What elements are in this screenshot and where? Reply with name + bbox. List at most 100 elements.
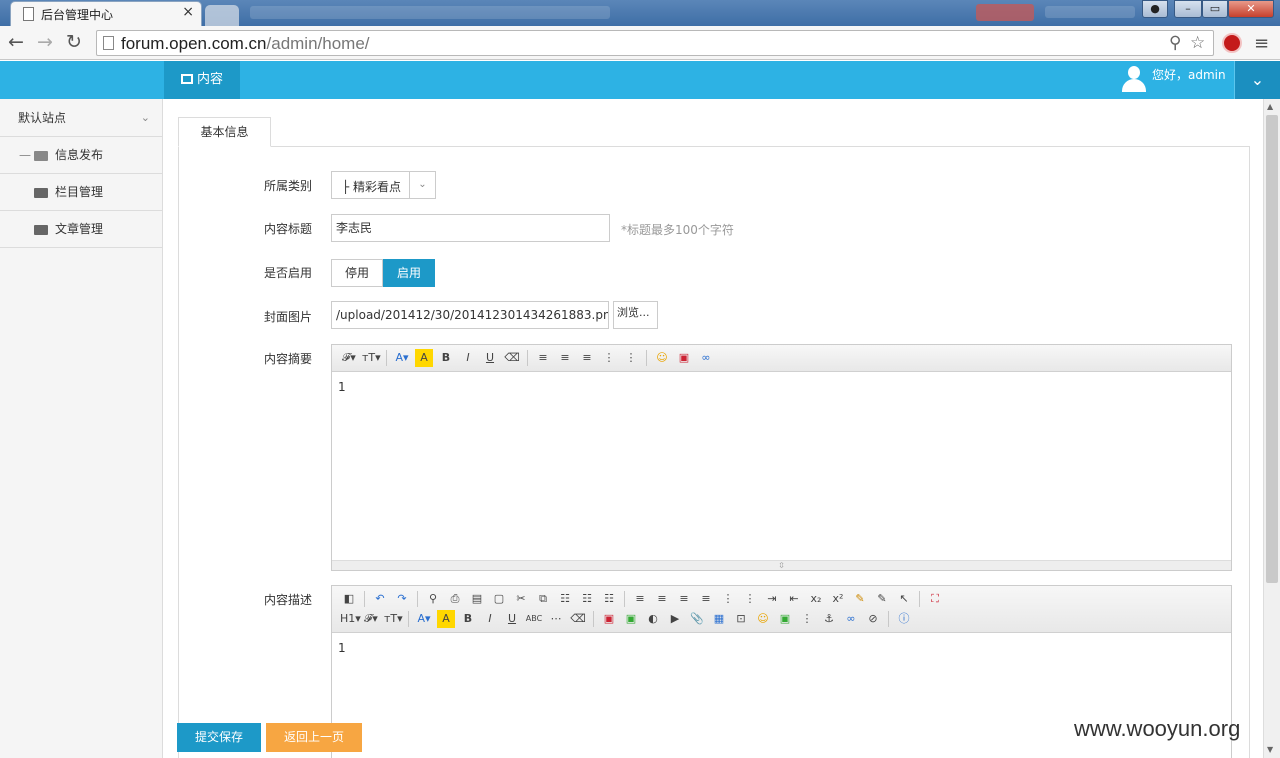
preview-icon[interactable]: ⚲ (424, 590, 442, 608)
italic-icon[interactable]: I (481, 610, 499, 628)
scroll-thumb[interactable] (1266, 115, 1278, 583)
disable-toggle[interactable]: 停用 (331, 259, 383, 287)
address-bar[interactable]: forum.open.com.cn/admin/home/ ⚲ ☆ (96, 30, 1214, 56)
map-icon[interactable]: ▣ (776, 610, 794, 628)
font-family-icon[interactable]: 𝓕▾ (362, 610, 380, 628)
image-icon[interactable]: ▣ (600, 610, 618, 628)
extension-icon[interactable] (1222, 33, 1242, 53)
font-color-icon[interactable]: A▾ (393, 349, 411, 367)
eraser-icon[interactable]: ⌫ (503, 349, 521, 367)
highlight-icon[interactable]: A (437, 610, 455, 628)
font-color-icon[interactable]: A▾ (415, 610, 433, 628)
paste-icon[interactable]: ☷ (556, 590, 574, 608)
align-center-icon[interactable]: ≡ (556, 349, 574, 367)
bookmark-star-icon[interactable]: ☆ (1190, 33, 1205, 53)
save-button[interactable]: 提交保存 (177, 723, 261, 752)
media-icon[interactable]: ▶ (666, 610, 684, 628)
bold-icon[interactable]: B (459, 610, 477, 628)
back-arrow-icon[interactable]: ← (8, 31, 24, 53)
subscript-icon[interactable]: x₂ (807, 590, 825, 608)
underline-icon[interactable]: U (481, 349, 499, 367)
category-select[interactable]: ├ 精彩看点 ⌄ (331, 171, 436, 199)
user-dropdown-button[interactable]: ⌄ (1234, 61, 1280, 99)
font-size-icon[interactable]: тT▾ (362, 349, 381, 367)
ordered-list-icon[interactable]: ⋮ (600, 349, 618, 367)
undo-icon[interactable]: ↶ (371, 590, 389, 608)
user-profile-icon[interactable]: ● (1142, 0, 1168, 18)
bold-icon[interactable]: B (437, 349, 455, 367)
description-content[interactable]: 1 (332, 633, 1231, 663)
fullscreen-icon[interactable]: ⛶ (926, 590, 944, 608)
copy-icon[interactable]: ⧉ (534, 590, 552, 608)
sidebar-item-publish[interactable]: — 信息发布 (0, 137, 162, 174)
reload-icon[interactable]: ↻ (66, 31, 82, 53)
pagebreak-icon[interactable]: ⋮ (798, 610, 816, 628)
align-left-icon[interactable]: ≡ (534, 349, 552, 367)
code-icon[interactable]: ▢ (490, 590, 508, 608)
resize-handle[interactable]: ⇳ (332, 560, 1231, 570)
scroll-down-icon[interactable]: ▼ (1267, 745, 1273, 754)
anchor-icon[interactable]: ⚓ (820, 610, 838, 628)
strikethrough-icon[interactable]: ABC (525, 610, 543, 628)
image-icon[interactable]: ▣ (675, 349, 693, 367)
cover-file-input[interactable]: /upload/201412/30/201412301434261883.png (331, 301, 609, 329)
maximize-button[interactable]: ▭ (1202, 0, 1228, 18)
select-all-icon[interactable]: ✎ (873, 590, 891, 608)
multi-image-icon[interactable]: ▣ (622, 610, 640, 628)
attachment-icon[interactable]: 📎 (688, 610, 706, 628)
summary-editor[interactable]: 𝓕▾ тT▾ A▾ A B I U ⌫ ≡ ≡ ≡ ⋮ ⋮ ☺ ▣ ∞ 1 ⇳ (331, 344, 1232, 571)
font-family-icon[interactable]: 𝓕▾ (340, 349, 358, 367)
align-center-icon[interactable]: ≡ (653, 590, 671, 608)
enable-toggle[interactable]: 启用 (383, 259, 435, 287)
sidebar-item-articles[interactable]: 文章管理 (0, 211, 162, 248)
underline-icon[interactable]: U (503, 610, 521, 628)
link-icon[interactable]: ∞ (842, 610, 860, 628)
page-scrollbar[interactable]: ▲ ▼ (1263, 99, 1280, 758)
help-icon[interactable]: ⓘ (895, 610, 913, 628)
paste-word-icon[interactable]: ☷ (600, 590, 618, 608)
new-tab-button[interactable] (205, 5, 239, 26)
horizontal-rule-icon[interactable]: ⋯ (547, 610, 565, 628)
clear-format-icon[interactable]: ✎ (851, 590, 869, 608)
tab-basic-info[interactable]: 基本信息 (178, 117, 271, 147)
zoom-icon[interactable]: ⚲ (1169, 33, 1181, 53)
menu-icon[interactable]: ≡ (1254, 33, 1269, 54)
cut-icon[interactable]: ✂ (512, 590, 530, 608)
link-icon[interactable]: ∞ (697, 349, 715, 367)
sidebar-item-columns[interactable]: 栏目管理 (0, 174, 162, 211)
outdent-icon[interactable]: ⇤ (785, 590, 803, 608)
site-selector[interactable]: 默认站点 ⌄ (0, 99, 162, 137)
forward-arrow-icon[interactable]: → (37, 31, 53, 53)
browse-button[interactable]: 浏览... (613, 301, 658, 329)
highlight-icon[interactable]: A (415, 349, 433, 367)
minimize-button[interactable]: – (1174, 0, 1202, 18)
back-button[interactable]: 返回上一页 (266, 723, 362, 752)
eraser-icon[interactable]: ⌫ (569, 610, 587, 628)
unordered-list-icon[interactable]: ⋮ (741, 590, 759, 608)
tab-close-icon[interactable]: × (182, 4, 194, 20)
indent-icon[interactable]: ⇥ (763, 590, 781, 608)
flash-icon[interactable]: ◐ (644, 610, 662, 628)
browser-tab[interactable]: 后台管理中心 × (10, 1, 202, 26)
template-icon[interactable]: ▤ (468, 590, 486, 608)
print-icon[interactable]: ⎙ (446, 590, 464, 608)
justify-icon[interactable]: ≡ (697, 590, 715, 608)
insert-row-icon[interactable]: ⊡ (732, 610, 750, 628)
title-input[interactable]: 李志民 (331, 214, 610, 242)
align-left-icon[interactable]: ≡ (631, 590, 649, 608)
align-right-icon[interactable]: ≡ (578, 349, 596, 367)
redo-icon[interactable]: ↷ (393, 590, 411, 608)
ordered-list-icon[interactable]: ⋮ (719, 590, 737, 608)
table-icon[interactable]: ▦ (710, 610, 728, 628)
cursor-icon[interactable]: ↖ (895, 590, 913, 608)
summary-content[interactable]: 1 (332, 372, 1231, 402)
heading-icon[interactable]: H1▾ (340, 610, 361, 628)
italic-icon[interactable]: I (459, 349, 477, 367)
emoticon-icon[interactable]: ☺ (653, 349, 671, 367)
collapse-icon[interactable]: — (19, 137, 31, 173)
close-window-button[interactable]: ✕ (1228, 0, 1274, 18)
nav-tab-content[interactable]: 内容 (164, 61, 240, 99)
source-icon[interactable]: ◧ (340, 590, 358, 608)
align-right-icon[interactable]: ≡ (675, 590, 693, 608)
emoticon-icon[interactable]: ☺ (754, 610, 772, 628)
